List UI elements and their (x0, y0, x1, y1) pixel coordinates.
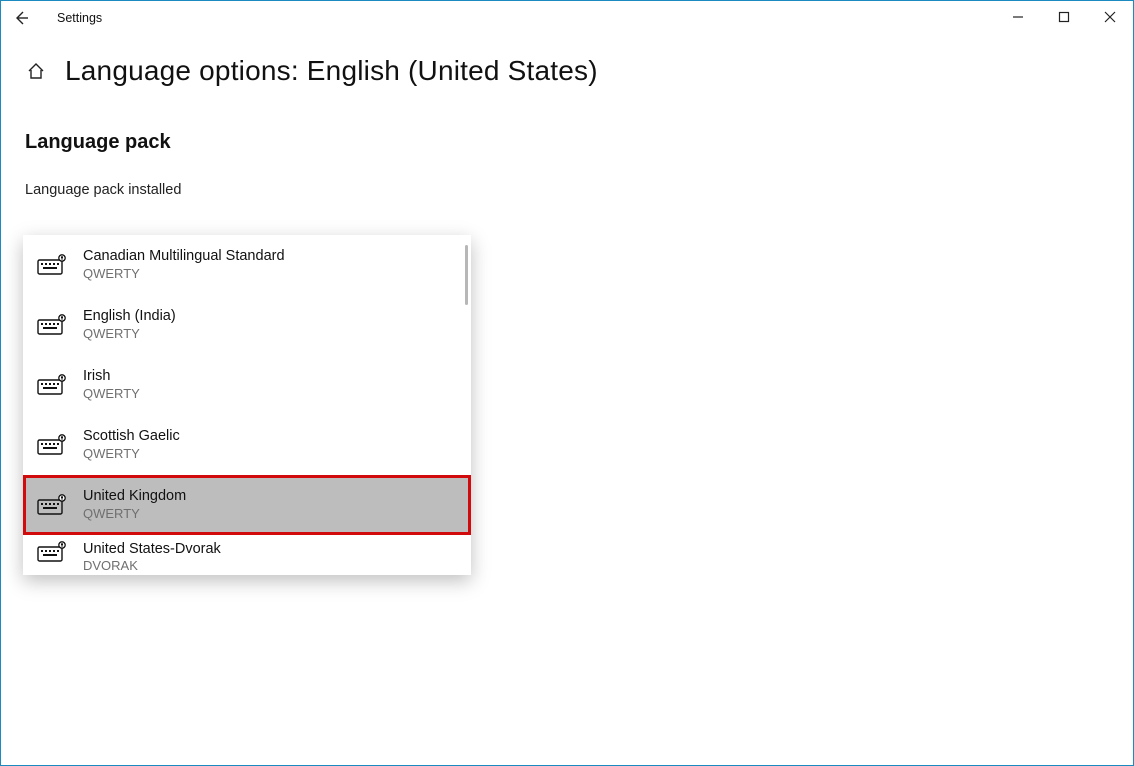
keyboard-popup-scroll[interactable]: Canadian Multilingual Standard QWERTY En… (23, 235, 471, 575)
keyboard-name: Scottish Gaelic (83, 428, 180, 445)
keyboard-option[interactable]: Canadian Multilingual Standard QWERTY (23, 235, 471, 295)
window-title: Settings (47, 11, 102, 25)
minimize-button[interactable] (995, 1, 1041, 33)
keyboard-text: English (India) QWERTY (83, 308, 176, 342)
keyboard-name: United States-Dvorak (83, 541, 221, 558)
keyboard-name: United Kingdom (83, 488, 186, 505)
keyboard-layout: QWERTY (83, 446, 180, 462)
keyboard-text: Canadian Multilingual Standard QWERTY (83, 248, 285, 282)
keyboard-name: Canadian Multilingual Standard (83, 248, 285, 265)
keyboard-option[interactable]: English (India) QWERTY (23, 295, 471, 355)
page-header: Language options: English (United States… (25, 55, 1115, 87)
maximize-button[interactable] (1041, 1, 1087, 33)
keyboard-option[interactable]: United States-Dvorak DVORAK (23, 535, 471, 575)
keyboard-icon (37, 541, 67, 563)
keyboard-layout: QWERTY (83, 386, 140, 402)
home-button[interactable] (25, 60, 47, 82)
keyboard-layout: QWERTY (83, 266, 285, 282)
keyboard-layout: QWERTY (83, 326, 176, 342)
keyboard-text: United Kingdom QWERTY (83, 488, 186, 522)
keyboard-icon (37, 254, 67, 276)
close-button[interactable] (1087, 1, 1133, 33)
keyboard-option[interactable]: Scottish Gaelic QWERTY (23, 415, 471, 475)
window-controls (995, 1, 1133, 33)
settings-window: Settings Language options: English (Unit… (0, 0, 1134, 766)
keyboard-icon (37, 494, 67, 516)
section-language-pack-title: Language pack (25, 131, 1115, 154)
titlebar: Settings (1, 1, 1133, 35)
titlebar-left: Settings (9, 6, 102, 30)
scrollbar-thumb[interactable] (465, 245, 468, 305)
keyboard-name: English (India) (83, 308, 176, 325)
keyboard-icon (37, 434, 67, 456)
keyboard-option[interactable]: Irish QWERTY (23, 355, 471, 415)
language-pack-status: Language pack installed (25, 182, 1115, 198)
keyboard-text: Scottish Gaelic QWERTY (83, 428, 180, 462)
keyboard-layout: QWERTY (83, 506, 186, 522)
back-button[interactable] (9, 6, 33, 30)
keyboard-text: Irish QWERTY (83, 368, 140, 402)
keyboard-icon (37, 374, 67, 396)
keyboard-layout: DVORAK (83, 558, 221, 574)
keyboard-text: United States-Dvorak DVORAK (83, 541, 221, 575)
keyboard-icon (37, 314, 67, 336)
keyboard-name: Irish (83, 368, 140, 385)
keyboard-selection-popup: Canadian Multilingual Standard QWERTY En… (23, 235, 471, 575)
page-title: Language options: English (United States… (65, 55, 598, 87)
keyboard-option-selected[interactable]: United Kingdom QWERTY (23, 475, 471, 535)
